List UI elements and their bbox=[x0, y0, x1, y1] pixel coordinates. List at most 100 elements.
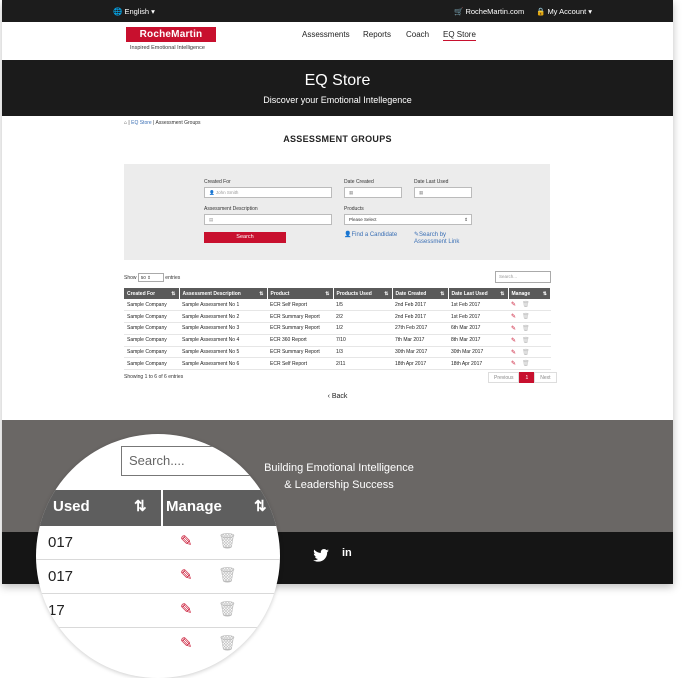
footer-slogan: Building Emotional Intelligence & Leader… bbox=[264, 462, 414, 491]
calendar-icon: ▦ bbox=[349, 190, 354, 195]
magnifier-callout: Search.... Used ⇅ Manage ⇅ 017 ✎ 🗑 017 ✎ 🗑 1… bbox=[36, 434, 280, 678]
page-title: ASSESSMENT GROUPS bbox=[283, 134, 392, 144]
table-cell: 30th Mar 2017 bbox=[392, 346, 448, 359]
table-row: Sample Company Sample Assessment No 6 ECR … bbox=[124, 357, 551, 371]
account-menu[interactable]: 🔒 My Account ▾ bbox=[536, 7, 592, 16]
trash-icon[interactable]: 🗑 bbox=[522, 314, 530, 320]
sort-icon: ⇅ bbox=[134, 498, 147, 515]
table-cell: ECR Summary Report bbox=[267, 322, 333, 335]
magnified-col-used: Used bbox=[53, 498, 90, 515]
nav-item-eq-store[interactable]: EQ Store bbox=[443, 30, 476, 41]
edit-icon[interactable]: ✎ bbox=[511, 361, 516, 367]
table-cell: Sample Assessment No 3 bbox=[179, 322, 267, 335]
table-row: Sample Company Sample Assessment No 2 ECR … bbox=[124, 310, 551, 324]
manage-cell: ✎ 🗑 bbox=[508, 299, 551, 312]
col-product[interactable]: Product ⇅ bbox=[267, 288, 334, 299]
table-cell: 1st Feb 2017 bbox=[448, 310, 508, 324]
breadcrumb-eq-store[interactable]: EQ Store bbox=[131, 120, 152, 126]
products-select[interactable]: Please Select ⇕ bbox=[344, 214, 472, 225]
language-selector[interactable]: 🌐 English ▾ bbox=[113, 7, 155, 16]
hero-banner: EQ Store Discover your Emotional Intelle… bbox=[2, 60, 673, 116]
top-bar: 🌐 English ▾ 🛒 RocheMartin.com 🔒 My Accou… bbox=[2, 0, 673, 22]
nav-item-assessments[interactable]: Assessments bbox=[302, 30, 350, 39]
date-created-label: Date Created bbox=[344, 179, 374, 185]
chevron-left-icon: ‹ bbox=[327, 393, 330, 400]
table-row: Sample Company Sample Assessment No 4 ECR … bbox=[124, 334, 551, 347]
find-candidate-link[interactable]: 👤Find a Candidate bbox=[344, 232, 397, 239]
table-info: Showing 1 to 6 of 6 entries bbox=[124, 374, 184, 380]
edit-icon[interactable]: ✎ bbox=[511, 350, 516, 356]
cart-icon: 🛒 bbox=[454, 7, 464, 16]
globe-icon: 🌐 bbox=[113, 7, 123, 16]
created-for-input[interactable]: 👤 John Smith bbox=[204, 187, 332, 198]
table-row: Sample Company Sample Assessment No 5 ECR … bbox=[124, 346, 551, 359]
table-cell: Sample Company bbox=[124, 322, 179, 335]
select-arrows-icon: ⇕ bbox=[464, 217, 468, 222]
trash-icon[interactable]: 🗑 bbox=[522, 338, 530, 344]
date-created-input[interactable]: ▦ bbox=[344, 187, 402, 198]
search-by-link[interactable]: ✎Search by Assessment Link bbox=[414, 232, 459, 246]
trash-icon: 🗑 bbox=[218, 635, 238, 652]
table-row: Sample Company Sample Assessment No 1 ECR … bbox=[124, 299, 551, 312]
shop-link[interactable]: 🛒 RocheMartin.com bbox=[454, 7, 524, 16]
magnified-row: 17 ✎ 🗑 bbox=[36, 594, 280, 628]
next-button[interactable]: Next bbox=[534, 372, 557, 383]
trash-icon[interactable]: 🗑 bbox=[522, 326, 530, 332]
trash-icon: 🗑 bbox=[218, 533, 238, 550]
table-cell: 30th Mar 2017 bbox=[448, 346, 508, 359]
hero-subtitle: Discover your Emotional Intellegence bbox=[263, 95, 412, 105]
table-cell: Sample Company bbox=[124, 346, 179, 359]
magnified-col-manage: Manage bbox=[166, 498, 222, 515]
description-label: Assessment Description bbox=[204, 206, 258, 212]
previous-button[interactable]: Previous bbox=[488, 372, 520, 383]
nav-item-coach[interactable]: Coach bbox=[406, 30, 429, 39]
user-icon: 👤 bbox=[209, 190, 215, 195]
logo[interactable]: RocheMartin bbox=[126, 27, 216, 42]
created-for-label: Created For bbox=[204, 179, 231, 185]
entries-select[interactable]: 50 ⇕ bbox=[137, 273, 164, 282]
edit-icon[interactable]: ✎ bbox=[511, 302, 516, 308]
edit-icon[interactable]: ✎ bbox=[511, 314, 516, 320]
trash-icon[interactable]: 🗑 bbox=[522, 350, 530, 356]
table-cell: 7th Mar 2017 bbox=[392, 334, 448, 347]
edit-icon[interactable]: ✎ bbox=[511, 326, 516, 332]
back-link[interactable]: ‹ Back bbox=[2, 393, 673, 400]
linkedin-icon[interactable]: in bbox=[342, 547, 352, 559]
col-manage[interactable]: Manage ⇅ bbox=[508, 288, 551, 299]
logo-tagline: Inspired Emotional Intelligence bbox=[130, 45, 205, 51]
table-cell: 1/3 bbox=[333, 346, 392, 359]
magnified-row: 017 ✎ 🗑 bbox=[36, 560, 280, 594]
home-icon[interactable]: ⌂ bbox=[124, 120, 127, 126]
table-cell: 2/11 bbox=[333, 357, 392, 371]
table-cell: Sample Assessment No 6 bbox=[179, 357, 267, 371]
table-cell: 6th Mar 2017 bbox=[448, 322, 508, 335]
edit-icon[interactable]: ✎ bbox=[511, 338, 516, 344]
edit-icon: ✎ bbox=[180, 567, 193, 584]
edit-icon: ✎ bbox=[180, 635, 193, 652]
table-cell: ECR Self Report bbox=[267, 299, 333, 312]
table-search-input[interactable]: Search... bbox=[495, 271, 551, 283]
table-cell: 2nd Feb 2017 bbox=[392, 299, 448, 312]
trash-icon[interactable]: 🗑 bbox=[522, 361, 530, 367]
col-created-for[interactable]: Created For ⇅ bbox=[124, 288, 180, 299]
table-cell: Sample Company bbox=[124, 299, 179, 312]
page-1-button[interactable]: 1 bbox=[519, 372, 535, 383]
table-cell: Sample Assessment No 2 bbox=[179, 310, 267, 324]
search-button[interactable]: Search bbox=[204, 232, 286, 243]
table-cell: ECR Summary Report bbox=[267, 310, 333, 324]
date-last-used-input[interactable]: ▦ bbox=[414, 187, 472, 198]
trash-icon[interactable]: 🗑 bbox=[522, 302, 530, 308]
description-input[interactable]: ▤ bbox=[204, 214, 332, 225]
col-date-created[interactable]: Date Created ⇅ bbox=[392, 288, 449, 299]
twitter-icon[interactable] bbox=[313, 549, 329, 562]
table-row: Sample Company Sample Assessment No 3 ECR … bbox=[124, 322, 551, 335]
products-label: Products bbox=[344, 206, 364, 212]
table-cell: Sample Company bbox=[124, 357, 179, 371]
col-date-last-used[interactable]: Date Last Used ⇅ bbox=[448, 288, 509, 299]
col-products-used[interactable]: Products Used ⇅ bbox=[333, 288, 393, 299]
table-cell: Sample Assessment No 5 bbox=[179, 346, 267, 359]
edit-icon: ✎ bbox=[180, 601, 193, 618]
table-cell: 1st Feb 2017 bbox=[448, 299, 508, 312]
nav-item-reports[interactable]: Reports bbox=[363, 30, 391, 39]
col-assessment-description[interactable]: Assessment Description ⇅ bbox=[179, 288, 268, 299]
